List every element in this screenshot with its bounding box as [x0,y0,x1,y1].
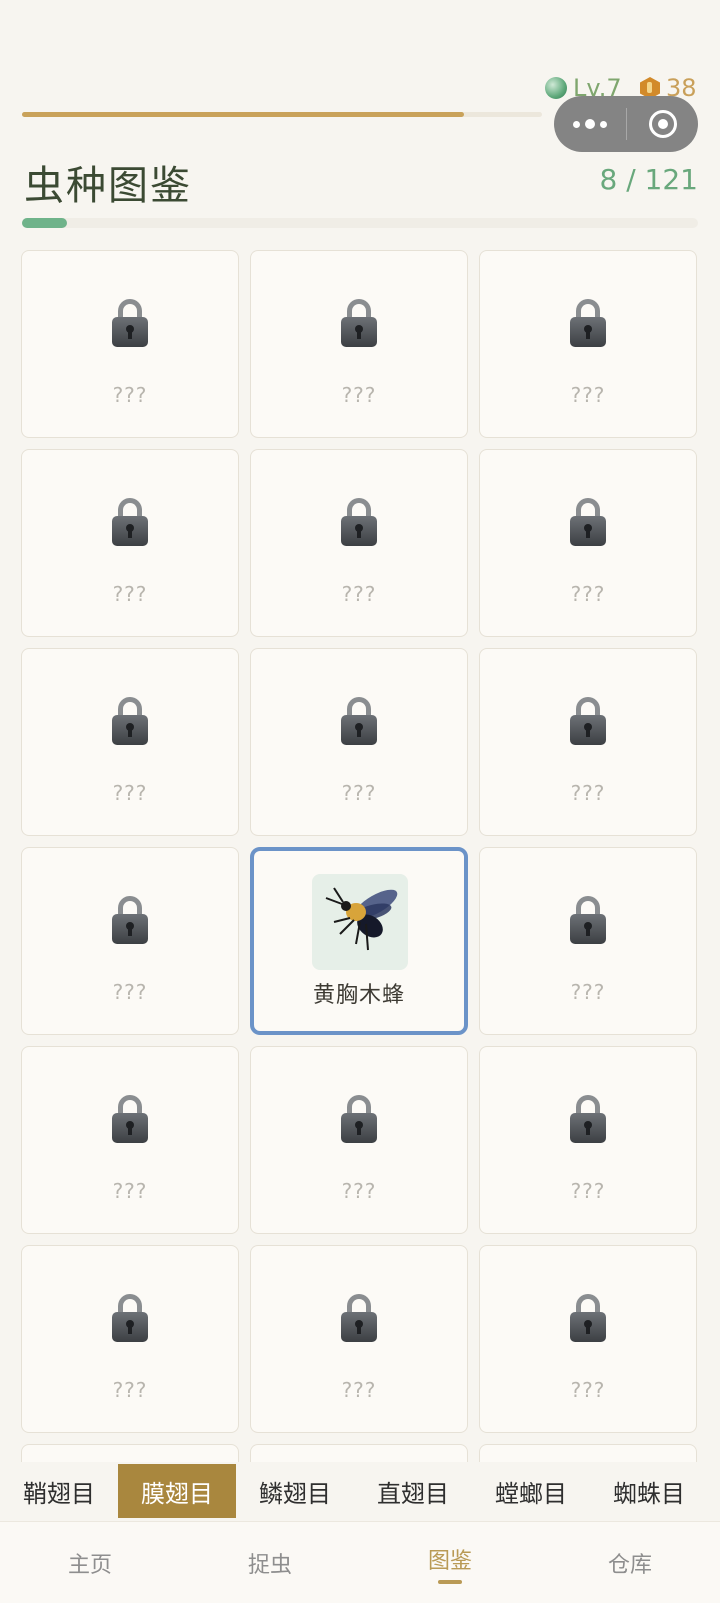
species-card[interactable]: ??? [250,1046,468,1234]
lock-icon [341,1095,377,1143]
species-unknown-label: ??? [112,781,148,805]
collection-progress-bar [22,218,698,228]
lock-icon [112,896,148,944]
species-card[interactable]: ??? [479,648,697,836]
species-card[interactable] [21,1444,239,1462]
lock-icon [341,1294,377,1342]
more-dots-icon[interactable] [554,96,626,152]
xp-progress-bar [22,112,542,117]
category-tab[interactable]: 直翅目 [354,1464,472,1518]
nav-item[interactable]: 仓库 [540,1522,720,1603]
species-unknown-label: ??? [341,781,377,805]
species-card[interactable]: ??? [21,250,239,438]
species-card[interactable]: ??? [479,1046,697,1234]
category-tab[interactable]: 鳞翅目 [236,1464,354,1518]
bee-icon [312,874,408,970]
species-card[interactable]: ??? [479,1245,697,1433]
species-card[interactable]: ??? [21,1245,239,1433]
species-unknown-label: ??? [112,1179,148,1203]
species-unknown-label: ??? [341,1378,377,1402]
species-card[interactable]: ??? [479,250,697,438]
species-card[interactable]: ??? [250,250,468,438]
category-tab[interactable]: 蜘蛛目 [590,1464,708,1518]
species-unknown-label: ??? [112,1378,148,1402]
lock-icon [112,1095,148,1143]
species-card[interactable]: ??? [21,847,239,1035]
collection-count: 8 / 121 [599,163,699,196]
collection-progress-fill [22,218,67,228]
species-unknown-label: ??? [341,1179,377,1203]
bottom-nav: 主页 捉虫 图鉴 仓库 [0,1521,720,1603]
species-name: 黄胸木蜂 [312,983,405,1008]
species-card[interactable]: ??? [21,449,239,637]
species-card[interactable]: ??? [479,847,697,1035]
lock-icon [112,299,148,347]
page-title: 虫种图鉴 [24,163,192,209]
species-unknown-label: ??? [570,1378,606,1402]
close-circle-icon[interactable] [627,96,698,152]
category-tabs: 鞘翅目 膜翅目 鳞翅目 直翅目 螳螂目 蜘蛛目 [0,1463,720,1519]
species-unknown-label: ??? [570,383,606,407]
lock-icon [112,697,148,745]
category-tab[interactable]: 鞘翅目 [0,1464,118,1518]
xp-progress-fill [22,112,464,117]
category-tab[interactable]: 螳螂目 [472,1464,590,1518]
species-unknown-label: ??? [341,582,377,606]
lock-icon [570,697,606,745]
species-card[interactable]: ??? [21,648,239,836]
nav-item-label: 图鉴 [427,1548,472,1574]
nav-item-label: 捉虫 [247,1552,292,1578]
lock-icon [112,1294,148,1342]
lock-icon [570,498,606,546]
lock-icon [341,299,377,347]
species-card[interactable]: ??? [21,1046,239,1234]
species-grid: ?????????????????????????????? 黄胸木蜂??????… [21,250,698,1462]
species-card[interactable]: ??? [479,449,697,637]
species-unknown-label: ??? [570,1179,606,1203]
species-unknown-label: ??? [570,980,606,1004]
species-card-selected[interactable]: 黄胸木蜂 [250,847,468,1035]
lock-icon [570,1294,606,1342]
category-tab[interactable]: 膜翅目 [118,1464,236,1518]
lock-icon [341,697,377,745]
species-card[interactable]: ??? [250,1245,468,1433]
species-unknown-label: ??? [341,383,377,407]
nav-item[interactable]: 主页 [0,1522,180,1603]
lock-icon [570,896,606,944]
nav-item[interactable]: 图鉴 [360,1522,540,1603]
species-unknown-label: ??? [112,582,148,606]
nav-item-label: 主页 [67,1552,112,1578]
active-tab-indicator [438,1580,462,1584]
species-card[interactable]: ??? [250,648,468,836]
lock-icon [341,498,377,546]
nav-item[interactable]: 捉虫 [180,1522,360,1603]
mini-program-capsule [554,96,698,152]
nav-item-label: 仓库 [607,1552,652,1578]
species-card[interactable] [479,1444,697,1462]
species-unknown-label: ??? [570,781,606,805]
species-unknown-label: ??? [112,980,148,1004]
species-card[interactable] [250,1444,468,1462]
species-unknown-label: ??? [112,383,148,407]
lock-icon [570,1095,606,1143]
lock-icon [570,299,606,347]
species-card[interactable]: ??? [250,449,468,637]
species-unknown-label: ??? [570,582,606,606]
lock-icon [112,498,148,546]
